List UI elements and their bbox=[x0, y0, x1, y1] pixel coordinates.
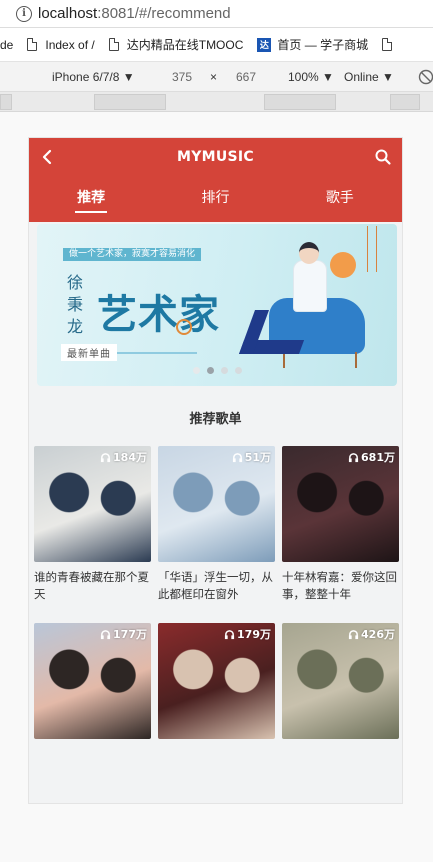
playlist-card[interactable]: 426万 bbox=[282, 623, 399, 780]
bookmarks-bar: de Index of / 达内精品在线TMOOC 达首页 — 学子商城 bbox=[0, 28, 433, 62]
zoom-select[interactable]: 100% ▼ bbox=[288, 70, 334, 84]
play-count: 681万 bbox=[348, 449, 395, 465]
carousel-dots bbox=[37, 367, 397, 374]
headphones-icon bbox=[224, 629, 235, 639]
playlist-title[interactable]: 「华语」浮生一切，从此都框印在窗外 bbox=[158, 569, 275, 603]
bookmark-label: 首页 — 学子商城 bbox=[277, 38, 369, 52]
document-icon bbox=[382, 38, 393, 51]
banner-person-body bbox=[293, 260, 327, 312]
playlist-title[interactable] bbox=[158, 746, 275, 780]
bookmark-xuezi[interactable]: 达首页 — 学子商城 bbox=[257, 36, 368, 53]
play-count-text: 179万 bbox=[237, 628, 271, 641]
playlist-title[interactable] bbox=[34, 746, 151, 780]
playlist-title[interactable]: 十年林宥嘉：爱你这回事，整整十年 bbox=[282, 569, 399, 603]
ruler-segment[interactable] bbox=[0, 94, 12, 110]
zoom-label: 100% bbox=[288, 70, 319, 84]
playlist-cover[interactable]: 51万 bbox=[158, 446, 275, 562]
media-query-ruler bbox=[0, 92, 433, 112]
site-info-icon[interactable]: i bbox=[16, 5, 32, 22]
ruler-segment[interactable] bbox=[264, 94, 336, 110]
tab-recommend[interactable]: 推荐 bbox=[75, 187, 108, 213]
tab-singer[interactable]: 歌手 bbox=[326, 187, 354, 213]
url-host: localhost bbox=[38, 5, 98, 22]
headphones-icon bbox=[348, 452, 359, 462]
app-title: MYMUSIC bbox=[176, 149, 255, 165]
banner-person-head bbox=[299, 242, 319, 264]
playlist-card[interactable]: 681万十年林宥嘉：爱你这回事，整整十年 bbox=[282, 446, 399, 603]
headphones-icon bbox=[100, 629, 111, 639]
banner-headline: 艺术家 bbox=[97, 291, 220, 338]
url-text[interactable]: localhost:8081/#/recommend bbox=[38, 5, 231, 22]
playlist-card[interactable]: 51万「华语」浮生一切，从此都框印在窗外 bbox=[158, 446, 275, 603]
headphones-icon bbox=[348, 629, 359, 639]
play-count-text: 177万 bbox=[113, 628, 147, 641]
ruler-segment[interactable] bbox=[94, 94, 166, 110]
banner-circle-graphic bbox=[176, 319, 192, 335]
network-label: Online bbox=[344, 70, 379, 84]
network-select[interactable]: Online ▼ bbox=[344, 70, 394, 84]
banner-line-graphic bbox=[107, 352, 197, 354]
play-count-text: 426万 bbox=[361, 628, 395, 641]
chair-leg bbox=[355, 352, 357, 368]
bookmark-de[interactable]: de bbox=[0, 38, 13, 52]
bookmark-index[interactable]: Index of / bbox=[27, 37, 95, 52]
carousel-dot[interactable] bbox=[206, 367, 214, 374]
times-sign: × bbox=[210, 70, 218, 84]
playlist-card[interactable]: 177万 bbox=[34, 623, 151, 780]
headphones-icon bbox=[232, 452, 242, 462]
banner-subtitle: 最新单曲 bbox=[61, 344, 117, 361]
url-path: :8081/#/recommend bbox=[97, 5, 231, 22]
ruler-segment[interactable] bbox=[390, 94, 420, 110]
carousel-dot[interactable] bbox=[220, 367, 228, 374]
playlist-card[interactable]: 184万谁的青春被藏在那个夏天 bbox=[34, 446, 151, 603]
section-title: 推荐歌单 bbox=[189, 412, 242, 427]
play-count-text: 184万 bbox=[113, 451, 147, 464]
playlist-cover[interactable]: 184万 bbox=[34, 446, 151, 562]
playlist-cover[interactable]: 179万 bbox=[158, 623, 275, 739]
play-count: 426万 bbox=[348, 626, 395, 642]
playlist-cover[interactable]: 177万 bbox=[34, 623, 151, 739]
bookmark-label: de bbox=[0, 37, 14, 52]
site-logo-icon: 达 bbox=[257, 37, 272, 52]
width-input[interactable]: 375 bbox=[172, 70, 192, 84]
bookmark-extra[interactable] bbox=[382, 38, 400, 51]
play-count: 177万 bbox=[100, 626, 147, 642]
bookmark-tmooc[interactable]: 达内精品在线TMOOC bbox=[108, 36, 244, 53]
device-select[interactable]: iPhone 6/7/8 ▼ bbox=[52, 70, 135, 84]
tab-bar: 推荐 排行 歌手 bbox=[29, 178, 402, 222]
headphones-icon bbox=[100, 452, 111, 462]
playlist-cover[interactable]: 681万 bbox=[282, 446, 399, 562]
playlist-title[interactable]: 谁的青春被藏在那个夏天 bbox=[34, 569, 151, 603]
carousel-dot[interactable] bbox=[234, 367, 242, 374]
play-count: 179万 bbox=[224, 626, 271, 642]
playlist-title[interactable] bbox=[282, 746, 399, 780]
device-toolbar: iPhone 6/7/8 ▼ 375 × 667 100% ▼ Online ▼ bbox=[0, 62, 433, 92]
chair-leg bbox=[283, 352, 285, 368]
bookmark-label: Index of / bbox=[45, 37, 95, 52]
search-icon[interactable] bbox=[374, 148, 392, 166]
height-input[interactable]: 667 bbox=[236, 70, 256, 84]
play-count-text: 681万 bbox=[361, 451, 395, 464]
banner-sun-graphic bbox=[330, 252, 356, 278]
banner-decoration bbox=[367, 226, 377, 272]
tab-rank[interactable]: 排行 bbox=[201, 187, 229, 213]
play-count: 51万 bbox=[232, 449, 271, 465]
play-count-text: 51万 bbox=[244, 451, 271, 464]
document-icon bbox=[108, 38, 119, 51]
play-count: 184万 bbox=[100, 449, 147, 465]
phone-viewport: MYMUSIC 推荐 排行 歌手 做一个艺术家，寂寞才容易消化 徐秉龙 艺术家 … bbox=[28, 137, 403, 804]
device-label: iPhone 6/7/8 bbox=[52, 70, 120, 84]
rotate-icon[interactable] bbox=[418, 69, 433, 85]
playlist-card[interactable]: 179万 bbox=[158, 623, 275, 780]
banner-tagline: 做一个艺术家，寂寞才容易消化 bbox=[63, 248, 202, 261]
app-header: MYMUSIC bbox=[29, 138, 402, 178]
bookmark-label: 达内精品在线TMOOC bbox=[126, 38, 244, 52]
carousel-dot[interactable] bbox=[192, 367, 200, 374]
address-bar[interactable]: i localhost:8081/#/recommend bbox=[0, 0, 433, 28]
banner-artist: 徐秉龙 bbox=[67, 273, 84, 336]
document-icon bbox=[27, 38, 38, 51]
banner-slide[interactable]: 做一个艺术家，寂寞才容易消化 徐秉龙 艺术家 最新单曲 bbox=[37, 224, 397, 386]
playlist-cover[interactable]: 426万 bbox=[282, 623, 399, 739]
